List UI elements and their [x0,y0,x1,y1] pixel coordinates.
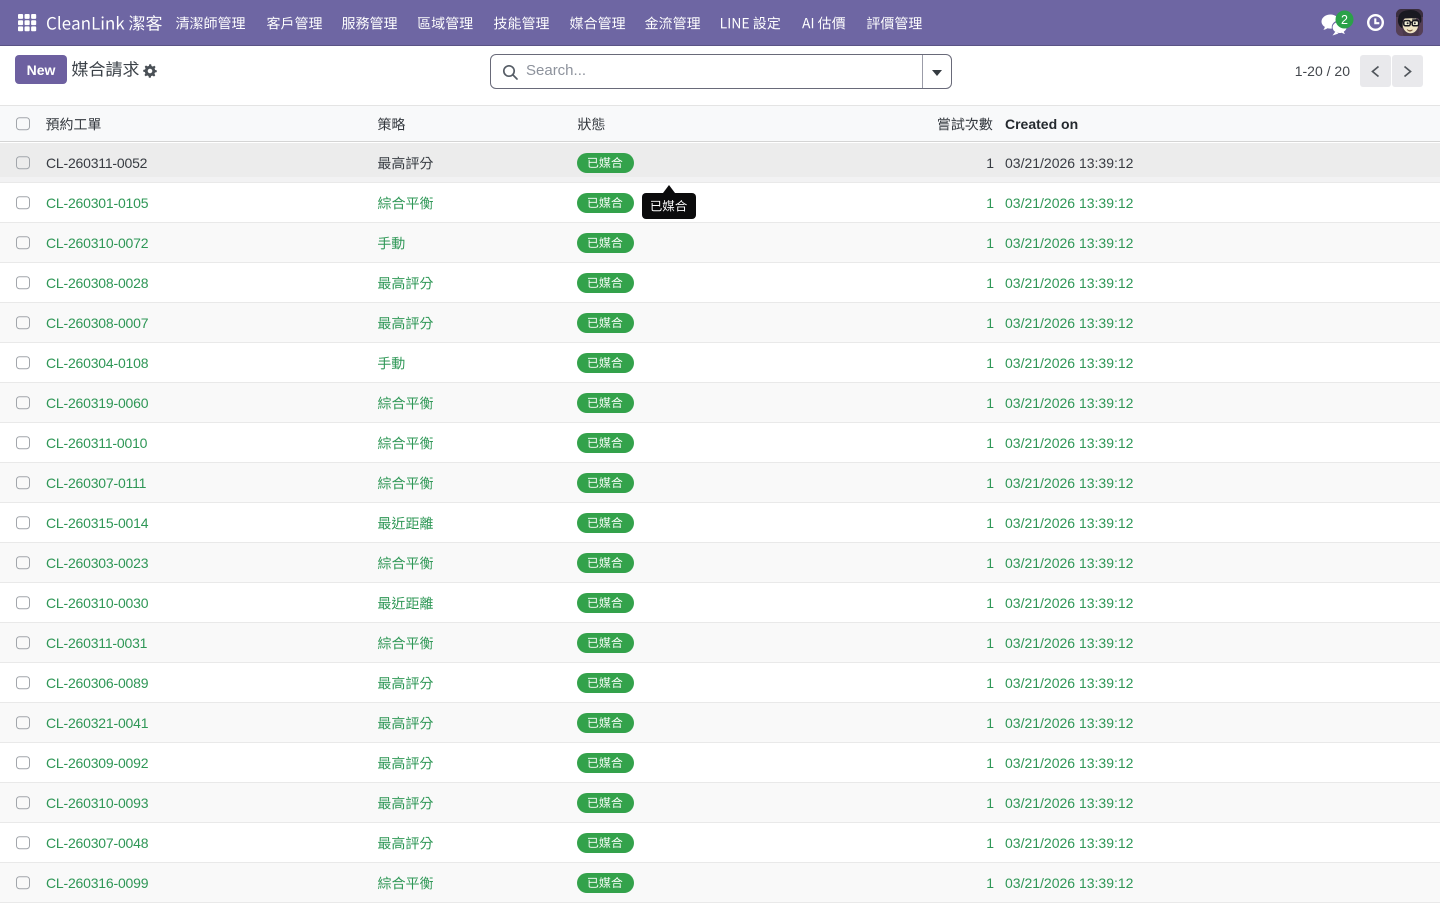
svg-text:2: 2 [1341,13,1348,27]
